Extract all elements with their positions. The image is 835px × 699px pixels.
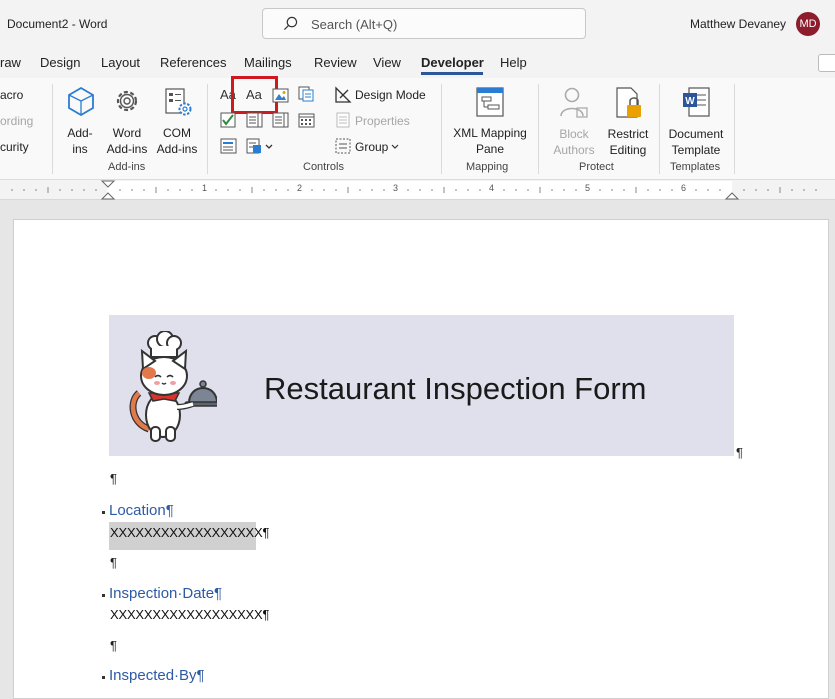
- xml-mapping-icon: [476, 87, 504, 117]
- checkbox-control-icon[interactable]: [220, 112, 236, 128]
- search-placeholder: Search (Alt+Q): [311, 17, 398, 32]
- document-title: Document2 - Word: [7, 17, 108, 31]
- ruler-number: 3: [393, 183, 399, 193]
- separator: [441, 84, 442, 174]
- group-button[interactable]: Group: [355, 140, 388, 154]
- record-macro-button[interactable]: ording: [0, 114, 33, 128]
- tab-draw[interactable]: raw: [0, 55, 21, 70]
- tab-design[interactable]: Design: [40, 55, 80, 70]
- group-label-mapping: Mapping: [466, 161, 509, 173]
- ribbon-tabs: raw Design Layout References Mailings Re…: [0, 48, 835, 78]
- search-box[interactable]: Search (Alt+Q): [262, 8, 586, 39]
- group-icon: [335, 138, 351, 154]
- ruler-number: 6: [681, 183, 687, 193]
- comments-button[interactable]: [818, 54, 835, 72]
- addins-label-2: ins: [72, 142, 88, 156]
- paragraph-mark: ¶: [110, 471, 117, 486]
- separator: [538, 84, 539, 174]
- separator: [659, 84, 660, 174]
- addins-label-1: Add-: [67, 126, 93, 140]
- form-title: Restaurant Inspection Form: [264, 371, 647, 406]
- design-mode-button[interactable]: Design Mode: [355, 88, 426, 102]
- legacy-tools-icon[interactable]: [246, 138, 274, 154]
- document-canvas: Restaurant Inspection Form ¶ ¶ Location¶…: [0, 201, 835, 699]
- separator: [734, 84, 735, 174]
- field-heading-location: Location¶: [109, 502, 174, 519]
- macros-button[interactable]: acro: [0, 88, 23, 102]
- ruler-number: 2: [297, 183, 303, 193]
- header-banner[interactable]: Restaurant Inspection Form: [109, 315, 734, 456]
- block-authors-icon: [560, 87, 588, 118]
- group-label-protect: Protect: [579, 161, 614, 173]
- restrict-editing-label-1: Restrict: [607, 127, 649, 141]
- tab-developer[interactable]: Developer: [421, 55, 484, 70]
- properties-button[interactable]: Properties: [355, 114, 410, 128]
- user-name[interactable]: Matthew Devaney: [690, 17, 786, 31]
- group-label-addins: Add-ins: [108, 161, 146, 173]
- field-heading-inspection-date: Inspection·Date¶: [109, 585, 223, 602]
- block-authors-label-2: Authors: [553, 143, 595, 157]
- paragraph-mark: ¶: [110, 555, 117, 570]
- ribbon: acro ording curity Add- ins Word Add-ins: [0, 76, 835, 180]
- title-bar: Document2 - Word Search (Alt+Q) Matthew …: [0, 0, 835, 48]
- horizontal-ruler[interactable]: 1 2 3 4 5 6: [0, 180, 835, 200]
- xml-mapping-label-2: Pane: [475, 142, 505, 156]
- com-addins-label-2: Add-ins: [156, 142, 198, 156]
- document-template-label-1: Document: [668, 127, 724, 141]
- addins-icon: [68, 86, 94, 116]
- word-addins-label-1: Word: [112, 126, 142, 140]
- ruler-number: 4: [489, 183, 495, 193]
- com-addins-icon: [165, 88, 192, 116]
- active-tab-indicator: [421, 72, 483, 75]
- paragraph-mark: ¶: [110, 638, 117, 653]
- combo-box-icon[interactable]: [246, 112, 263, 128]
- separator: [52, 84, 53, 174]
- design-mode-icon: [335, 86, 352, 103]
- paragraph-mark: ¶: [736, 445, 743, 460]
- separator: [207, 84, 208, 174]
- chevron-down-icon: [391, 144, 399, 149]
- dropdown-list-icon[interactable]: [272, 112, 289, 128]
- tab-help[interactable]: Help: [500, 55, 527, 70]
- tab-references[interactable]: References: [160, 55, 226, 70]
- date-picker-icon[interactable]: [298, 112, 315, 128]
- search-icon: [283, 16, 298, 31]
- building-block-icon[interactable]: [298, 86, 314, 102]
- group-label-templates: Templates: [670, 161, 721, 173]
- tab-review[interactable]: Review: [314, 55, 357, 70]
- macro-security-button[interactable]: curity: [0, 140, 29, 154]
- field-heading-inspected-by: Inspected·By¶: [109, 667, 205, 684]
- avatar[interactable]: MD: [796, 12, 820, 36]
- document-template-icon: W: [683, 87, 710, 117]
- com-addins-label-1: COM: [163, 126, 191, 140]
- properties-icon: [336, 112, 350, 128]
- chef-cat-illustration: [129, 331, 217, 442]
- tab-view[interactable]: View: [373, 55, 401, 70]
- svg-text:W: W: [685, 96, 695, 107]
- plain-text-control-button[interactable]: Aa: [246, 87, 262, 102]
- inspection-date-field-value[interactable]: XXXXXXXXXXXXXXXXXX¶: [110, 607, 269, 622]
- location-field-value[interactable]: XXXXXXXXXXXXXXXXXX¶: [110, 525, 269, 540]
- bullet-marker: [102, 511, 105, 514]
- restrict-editing-label-2: Editing: [609, 143, 647, 157]
- document-page[interactable]: Restaurant Inspection Form ¶ ¶ Location¶…: [13, 219, 829, 699]
- block-authors-label-1: Block: [559, 127, 589, 141]
- ruler-number: 1: [202, 183, 208, 193]
- gear-icon: [116, 90, 138, 112]
- bullet-marker: [102, 594, 105, 597]
- group-label-controls: Controls: [303, 161, 344, 173]
- word-addins-label-2: Add-ins: [106, 142, 148, 156]
- xml-mapping-label-1: XML Mapping: [453, 126, 527, 140]
- repeating-section-icon[interactable]: [220, 138, 237, 154]
- tab-layout[interactable]: Layout: [101, 55, 140, 70]
- document-template-label-2: Template: [671, 143, 721, 157]
- ruler-ticks: [11, 180, 817, 200]
- restrict-editing-icon: [616, 87, 641, 118]
- ruler-number: 5: [585, 183, 591, 193]
- picture-control-icon[interactable]: [272, 88, 289, 103]
- tab-mailings[interactable]: Mailings: [244, 55, 292, 70]
